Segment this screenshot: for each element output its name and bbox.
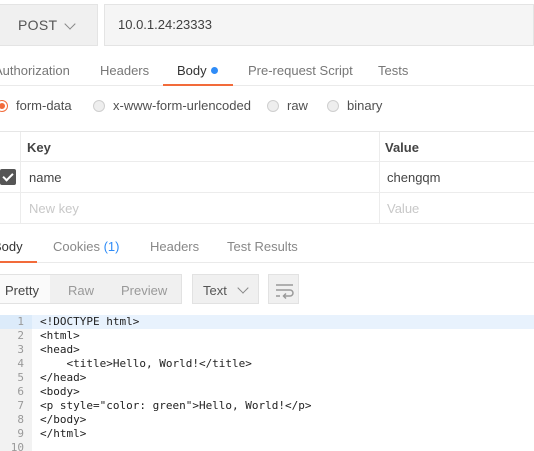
tab-tests[interactable]: Tests: [378, 63, 408, 78]
radio-label: binary: [347, 98, 383, 113]
tab-test-results[interactable]: Test Results: [227, 239, 298, 254]
code-text: </body>: [40, 413, 87, 426]
code-text: <title>Hello, World!</title>: [40, 357, 252, 370]
active-tab-indicator: [0, 261, 37, 263]
code-text: </html>: [40, 427, 87, 440]
view-preview-button[interactable]: Preview: [121, 283, 167, 298]
code-line: 2 <html>: [0, 329, 534, 343]
view-raw-button[interactable]: Raw: [68, 283, 94, 298]
tab-body-label: Body: [177, 63, 207, 78]
body-mode-radios: form-data x-www-form-urlencoded raw bina…: [0, 88, 534, 124]
radio-unchecked-icon: [327, 99, 339, 112]
tab-cookies[interactable]: Cookies (1): [53, 239, 119, 254]
code-line: 1 <!DOCTYPE html>: [0, 315, 534, 329]
params-table: Key Value name chengqm New key Value: [0, 131, 534, 224]
tab-pre-request-script[interactable]: Pre-request Script: [248, 63, 353, 78]
active-tab-indicator: [163, 84, 233, 86]
radio-unchecked-icon: [267, 99, 279, 112]
line-number: 1: [0, 315, 32, 329]
method-label: POST: [18, 17, 58, 33]
key-cell[interactable]: name: [29, 170, 62, 185]
modified-dot-icon: [210, 67, 218, 74]
table-row-new: New key Value: [0, 193, 534, 224]
value-header: Value: [385, 140, 419, 155]
view-pretty-button[interactable]: Pretty: [5, 283, 39, 298]
new-key-input[interactable]: New key: [29, 201, 79, 216]
line-number: 6: [0, 385, 32, 399]
line-number: 2: [0, 329, 32, 343]
wrap-lines-icon: [276, 284, 294, 300]
code-text: <body>: [40, 385, 80, 398]
tab-response-headers[interactable]: Headers: [150, 239, 199, 254]
line-number: 4: [0, 357, 32, 371]
tab-cookies-label: Cookies: [53, 239, 100, 254]
line-number: 8: [0, 413, 32, 427]
request-tabs: Authorization Headers Body Pre-request S…: [0, 56, 534, 86]
line-number: 9: [0, 427, 32, 441]
code-text: </head>: [40, 371, 87, 384]
radio-checked-icon: [0, 99, 8, 112]
request-bar: POST 10.0.1.24:23333: [0, 0, 534, 50]
radio-x-www-form-urlencoded[interactable]: x-www-form-urlencoded: [93, 98, 251, 113]
code-text: <head>: [40, 343, 80, 356]
radio-form-data[interactable]: form-data: [0, 98, 72, 113]
tab-response-body[interactable]: Body: [0, 239, 23, 254]
code-line: 6 <body>: [0, 385, 534, 399]
radio-label: x-www-form-urlencoded: [113, 98, 251, 113]
radio-raw[interactable]: raw: [267, 98, 308, 113]
line-number: 7: [0, 399, 32, 413]
code-line: 7 <p style="color: green">Hello, World!</…: [0, 399, 534, 413]
tab-headers[interactable]: Headers: [100, 63, 149, 78]
new-value-input[interactable]: Value: [387, 201, 419, 216]
code-line: 9 </html>: [0, 427, 534, 441]
tab-body[interactable]: Body: [177, 63, 218, 78]
response-code-viewer[interactable]: 1 <!DOCTYPE html> 2 <html> 3 <head> 4 <titl…: [0, 315, 534, 451]
row-enabled-checkbox[interactable]: [0, 169, 16, 185]
code-line: 8 </body>: [0, 413, 534, 427]
format-label: Text: [203, 283, 227, 298]
table-row: name chengqm: [0, 162, 534, 193]
code-line: 10: [0, 441, 534, 451]
radio-unchecked-icon: [93, 99, 105, 112]
method-select[interactable]: POST: [0, 4, 98, 46]
wrap-lines-button[interactable]: [268, 274, 299, 304]
code-line: 3 <head>: [0, 343, 534, 357]
url-input[interactable]: 10.0.1.24:23333: [104, 4, 534, 46]
radio-binary[interactable]: binary: [327, 98, 382, 113]
chevron-down-icon: [64, 18, 76, 30]
code-line: 4 <title>Hello, World!</title>: [0, 357, 534, 371]
response-toolbar: Pretty Raw Preview Text: [0, 274, 534, 306]
code-text: <p style="color: green">Hello, World!</p…: [40, 399, 312, 412]
response-tabs: Body Cookies (1) Headers Test Results: [0, 231, 534, 263]
table-header: Key Value: [0, 132, 534, 162]
line-number: 10: [0, 441, 32, 451]
format-select[interactable]: Text: [192, 274, 259, 304]
chevron-down-icon: [237, 282, 249, 294]
code-line: 5 </head>: [0, 371, 534, 385]
view-mode-group: Pretty Raw Preview: [0, 274, 182, 304]
radio-label: raw: [287, 98, 308, 113]
radio-label: form-data: [16, 98, 72, 113]
tab-authorization[interactable]: Authorization: [0, 63, 70, 78]
value-cell[interactable]: chengqm: [387, 170, 440, 185]
line-number: 5: [0, 371, 32, 385]
url-text: 10.0.1.24:23333: [118, 17, 212, 32]
cookies-count: (1): [103, 239, 120, 254]
code-text: <!DOCTYPE html>: [40, 315, 140, 328]
line-number: 3: [0, 343, 32, 357]
key-header: Key: [27, 140, 51, 155]
code-text: <html>: [40, 329, 80, 342]
